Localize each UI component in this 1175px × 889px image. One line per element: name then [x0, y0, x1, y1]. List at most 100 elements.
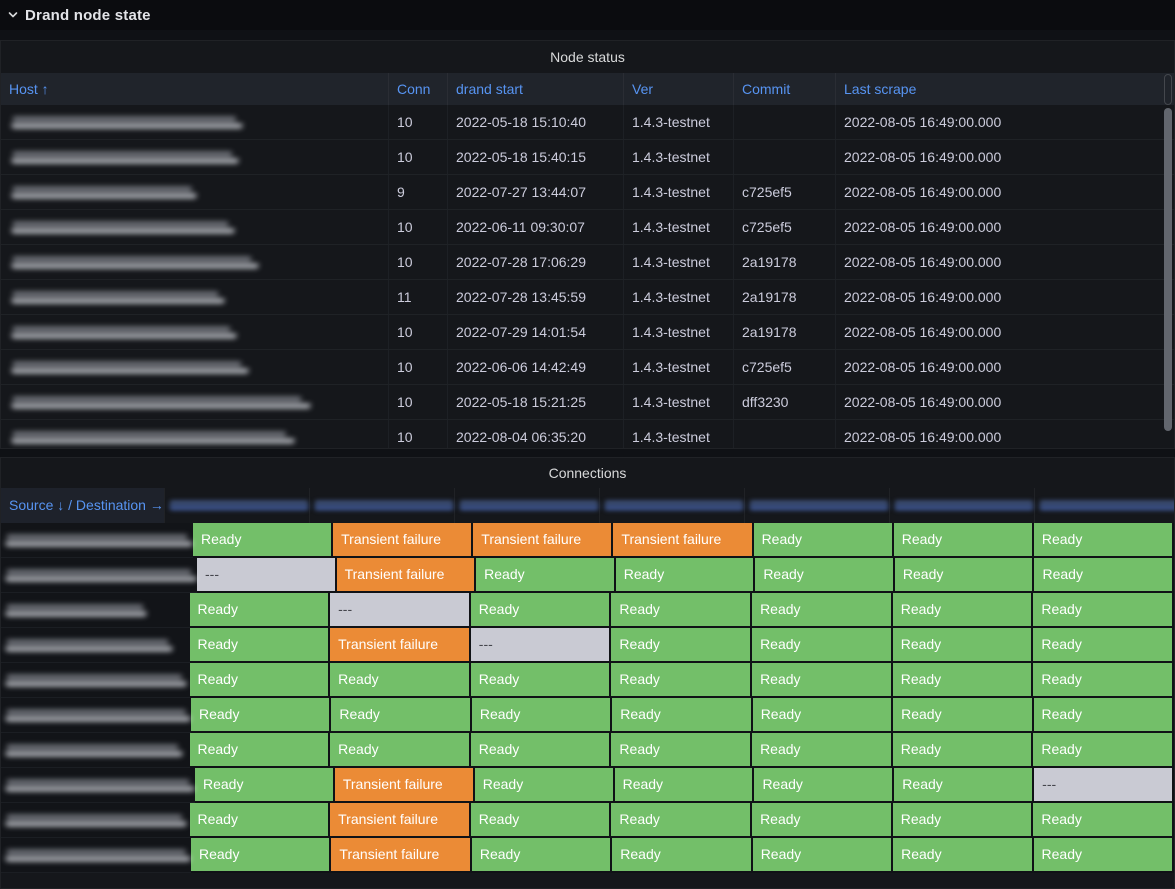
vertical-scrollbar[interactable] — [1164, 74, 1172, 446]
connection-status-cell: Ready — [893, 803, 1034, 838]
connection-status-cell: Ready — [754, 768, 894, 803]
drand-start-cell: 2022-07-28 17:06:29 — [448, 245, 624, 279]
column-header-drand-start[interactable]: drand start — [448, 73, 624, 105]
connections-table-row: Ready Transient failure Ready Ready Read… — [1, 838, 1174, 873]
last-scrape-cell: 2022-08-05 16:49:00.000 — [836, 105, 1174, 139]
ver-cell: 1.4.3-testnet — [624, 210, 734, 244]
connection-status-cell: Transient failure — [337, 558, 477, 593]
conn-cell: 10 — [389, 420, 448, 449]
connection-status-cell: --- — [330, 593, 471, 628]
drand-start-cell: 2022-08-04 06:35:20 — [448, 420, 624, 449]
host-cell-redacted — [1, 210, 389, 244]
host-cell-redacted — [1, 175, 389, 209]
commit-cell: 2a19178 — [734, 280, 836, 314]
scrollbar-thumb[interactable] — [1164, 108, 1172, 431]
connections-table-row: Ready --- Ready Ready Ready Ready Ready — [1, 593, 1174, 628]
column-header-ver[interactable]: Ver — [624, 73, 734, 105]
drand-start-cell: 2022-07-29 14:01:54 — [448, 315, 624, 349]
conn-cell: 10 — [389, 385, 448, 419]
connection-status-cell: Ready — [612, 698, 752, 733]
column-header-commit[interactable]: Commit — [734, 73, 836, 105]
ver-cell: 1.4.3-testnet — [624, 105, 734, 139]
connection-status-cell: Ready — [611, 628, 752, 663]
commit-cell — [734, 420, 836, 449]
connection-status-cell: Ready — [1033, 803, 1174, 838]
redacted-host-text — [11, 290, 225, 305]
commit-cell — [734, 140, 836, 174]
redacted-source-text — [5, 638, 173, 653]
redacted-source-text — [5, 708, 191, 723]
source-host-redacted — [1, 558, 197, 593]
node-status-table-row: 10 2022-05-18 15:10:40 1.4.3-testnet 202… — [1, 105, 1174, 140]
column-header-conn[interactable]: Conn — [389, 73, 448, 105]
redacted-source-text — [5, 603, 147, 618]
connection-status-cell: Transient failure — [330, 628, 471, 663]
ver-cell: 1.4.3-testnet — [624, 245, 734, 279]
connection-status-cell: --- — [471, 628, 612, 663]
connections-panel-title[interactable]: Connections — [1, 458, 1174, 488]
connection-status-cell: Ready — [1034, 523, 1174, 558]
node-status-panel-title[interactable]: Node status — [1, 41, 1174, 73]
conn-cell: 10 — [389, 315, 448, 349]
connection-status-cell: Transient failure — [473, 523, 613, 558]
connection-status-cell: Ready — [754, 523, 894, 558]
connection-status-cell: Ready — [753, 838, 893, 873]
destination-column-header-redacted — [599, 488, 744, 523]
redacted-header-text — [604, 500, 744, 511]
connection-status-cell: Ready — [190, 733, 331, 768]
column-header-last-scrape[interactable]: Last scrape — [836, 73, 1174, 105]
node-status-table-body: 10 2022-05-18 15:10:40 1.4.3-testnet 202… — [1, 105, 1174, 449]
redacted-host-text — [11, 430, 295, 445]
destination-column-header-redacted — [744, 488, 889, 523]
node-status-table-row: 11 2022-07-28 13:45:59 1.4.3-testnet 2a1… — [1, 280, 1174, 315]
host-cell-redacted — [1, 385, 389, 419]
host-cell-redacted — [1, 315, 389, 349]
commit-cell: c725ef5 — [734, 210, 836, 244]
commit-cell: c725ef5 — [734, 350, 836, 384]
connection-status-cell: Ready — [330, 733, 471, 768]
dashboard-row-toggle[interactable]: Drand node state — [0, 0, 1175, 30]
connection-status-cell: Ready — [471, 663, 612, 698]
last-scrape-cell: 2022-08-05 16:49:00.000 — [836, 385, 1174, 419]
connection-status-cell: Ready — [611, 663, 752, 698]
node-status-table-row: 10 2022-05-18 15:40:15 1.4.3-testnet 202… — [1, 140, 1174, 175]
host-cell-redacted — [1, 350, 389, 384]
commit-cell: 2a19178 — [734, 315, 836, 349]
last-scrape-cell: 2022-08-05 16:49:00.000 — [836, 420, 1174, 449]
connection-status-cell: Ready — [753, 698, 893, 733]
conn-cell: 10 — [389, 105, 448, 139]
connection-status-cell: Ready — [472, 698, 612, 733]
node-status-header-row: Host ↑ Conn drand start Ver Commit Last … — [1, 73, 1174, 105]
redacted-source-text — [5, 778, 195, 793]
connection-status-cell: Ready — [893, 628, 1034, 663]
connection-status-cell: Ready — [1034, 838, 1174, 873]
redacted-header-text — [749, 500, 889, 511]
redacted-host-text — [11, 185, 197, 200]
connection-status-cell: Ready — [611, 733, 752, 768]
redacted-host-text — [11, 115, 243, 130]
last-scrape-cell: 2022-08-05 16:49:00.000 — [836, 140, 1174, 174]
connection-status-cell: Ready — [476, 558, 616, 593]
host-cell-redacted — [1, 105, 389, 139]
connection-status-cell: Ready — [190, 628, 331, 663]
connection-status-cell: Ready — [1033, 593, 1174, 628]
redacted-host-text — [11, 255, 259, 270]
redacted-host-text — [11, 360, 249, 375]
connection-status-cell: --- — [197, 558, 337, 593]
drand-start-cell: 2022-05-18 15:21:25 — [448, 385, 624, 419]
connection-status-cell: Ready — [895, 558, 1035, 593]
column-header-host[interactable]: Host ↑ — [1, 73, 389, 105]
connection-status-cell: Ready — [752, 628, 893, 663]
connections-panel: Connections Source ↓ / Destination → Rea… — [0, 457, 1175, 889]
connection-status-cell: Ready — [195, 768, 335, 803]
source-destination-header[interactable]: Source ↓ / Destination → — [1, 488, 164, 523]
drand-start-cell: 2022-07-28 13:45:59 — [448, 280, 624, 314]
connection-status-cell: Transient failure — [331, 838, 471, 873]
connections-table-row: Ready Ready Ready Ready Ready Ready Read… — [1, 663, 1174, 698]
connection-status-cell: Ready — [893, 663, 1034, 698]
redacted-header-text — [314, 500, 454, 511]
connection-status-cell: Ready — [615, 768, 755, 803]
connection-status-cell: Transient failure — [333, 523, 473, 558]
ver-cell: 1.4.3-testnet — [624, 175, 734, 209]
last-scrape-cell: 2022-08-05 16:49:00.000 — [836, 280, 1174, 314]
